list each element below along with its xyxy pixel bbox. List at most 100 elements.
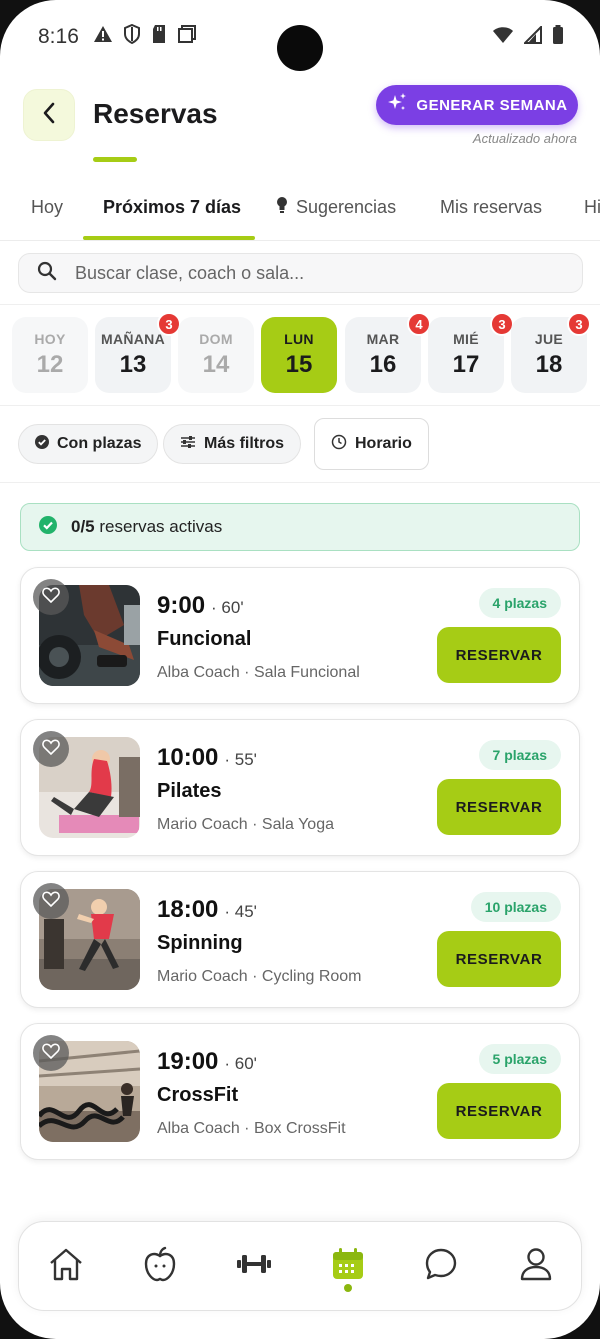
favorite-button[interactable]: [33, 883, 69, 919]
class-meta: Alba Coach · Sala Funcional: [157, 664, 360, 681]
tab-history[interactable]: Hi: [584, 186, 600, 241]
tab-next-7-days[interactable]: Próximos 7 días: [103, 186, 241, 241]
check-circle-icon: [35, 434, 49, 454]
day-name: HOY: [34, 331, 66, 347]
day-name: MAR: [366, 331, 400, 347]
check-circle-icon: [39, 515, 57, 539]
tab-label: Hi: [584, 197, 600, 217]
class-card[interactable]: 19:00 · 60' CrossFit Alba Coach · Box Cro…: [20, 1023, 580, 1160]
class-meta: Mario Coach · Cycling Room: [157, 968, 362, 985]
spots-badge: 10 plazas: [470, 892, 561, 922]
heart-icon: [42, 587, 60, 608]
tab-today[interactable]: Hoy: [31, 186, 63, 241]
wifi-icon: [492, 26, 514, 49]
class-card[interactable]: 9:00 · 60' Funcional Alba Coach · Sala Fu…: [20, 567, 580, 704]
class-name: CrossFit: [157, 1084, 239, 1106]
class-time: 10:00 · 55': [157, 744, 257, 772]
filter-label: Horario: [355, 435, 412, 452]
chevron-left-icon: [41, 101, 57, 130]
tab-label: Sugerencias: [296, 197, 397, 217]
nav-home[interactable]: [46, 1246, 86, 1286]
day-number: 18: [535, 351, 563, 378]
generate-week-button[interactable]: GENERAR SEMANA: [376, 85, 578, 125]
day-number: 12: [36, 351, 64, 378]
reserve-button[interactable]: RESERVAR: [437, 1083, 561, 1139]
calendar-icon: [331, 1247, 365, 1286]
filter-with-spots[interactable]: Con plazas: [18, 424, 159, 464]
class-duration: · 60': [224, 1054, 257, 1073]
day-sunday[interactable]: DOM 14: [178, 317, 254, 393]
day-tomorrow[interactable]: MAÑANA 13 3: [95, 312, 181, 393]
apple-icon: [144, 1246, 176, 1287]
favorite-button[interactable]: [33, 1035, 69, 1071]
spots-badge: 5 plazas: [478, 1044, 561, 1074]
tab-label: Mis reservas: [440, 197, 543, 217]
filter-label: Más filtros: [204, 435, 285, 452]
shield-icon: [123, 23, 141, 50]
class-start: 18:00: [157, 896, 219, 923]
class-time: 9:00 · 60': [157, 592, 244, 620]
tab-my-reservations[interactable]: Mis reservas: [440, 186, 542, 241]
reserve-button[interactable]: RESERVAR: [437, 779, 561, 835]
battery-icon: [552, 24, 564, 50]
day-number: 17: [452, 351, 480, 378]
day-tuesday[interactable]: MAR 16 4: [345, 312, 431, 393]
class-name: Pilates: [157, 780, 222, 802]
tab-suggestions[interactable]: Sugerencias: [276, 186, 396, 241]
divider: [0, 304, 600, 305]
nav-calendar-active[interactable]: [328, 1246, 368, 1286]
profile-icon: [520, 1247, 552, 1286]
active-reservations-text: 0/5 reservas activas: [71, 517, 222, 537]
filter-label: Con plazas: [57, 435, 142, 452]
clock-icon: [331, 434, 347, 455]
day-number: 16: [369, 351, 397, 378]
lightbulb-icon: [276, 196, 288, 219]
dumbbell-icon: [235, 1253, 273, 1280]
nav-nutrition[interactable]: [140, 1246, 180, 1286]
day-number: 13: [119, 351, 147, 378]
home-icon: [48, 1247, 84, 1286]
day-monday-selected[interactable]: LUN 15: [261, 317, 337, 393]
screenshot-icon: [177, 24, 197, 50]
camera-cutout: [277, 25, 323, 71]
class-time: 18:00 · 45': [157, 896, 257, 924]
class-time: 19:00 · 60': [157, 1048, 257, 1076]
favorite-button[interactable]: [33, 731, 69, 767]
nav-chat[interactable]: [421, 1246, 461, 1286]
chat-icon: [424, 1247, 458, 1286]
heart-icon: [42, 739, 60, 760]
class-name: Funcional: [157, 628, 252, 650]
class-duration: · 55': [224, 750, 257, 769]
nav-workouts[interactable]: [234, 1246, 274, 1286]
tab-bar: Hoy Próximos 7 días Sugerencias Mis rese…: [0, 186, 600, 241]
day-wednesday[interactable]: MIÉ 17 3: [428, 312, 514, 393]
heart-icon: [42, 1043, 60, 1064]
page-title: Reservas: [93, 98, 218, 129]
tab-label: Próximos 7 días: [103, 197, 242, 217]
reserve-button[interactable]: RESERVAR: [437, 931, 561, 987]
spots-badge: 7 plazas: [478, 740, 561, 770]
search-input[interactable]: Buscar clase, coach o sala...: [18, 253, 583, 293]
day-number: 15: [285, 351, 313, 378]
signal-icon: [522, 24, 542, 49]
favorite-button[interactable]: [33, 579, 69, 615]
active-reservations-label: reservas activas: [99, 517, 223, 536]
day-today[interactable]: HOY 12: [12, 317, 88, 393]
back-button[interactable]: [23, 89, 75, 141]
reserve-button[interactable]: RESERVAR: [437, 627, 561, 683]
day-name: MIÉ: [453, 331, 479, 347]
filter-schedule[interactable]: Horario: [314, 418, 429, 470]
filter-more-filters[interactable]: Más filtros: [163, 424, 302, 464]
class-card[interactable]: 18:00 · 45' Spinning Mario Coach · Cyclin…: [20, 871, 580, 1008]
day-thursday[interactable]: JUE 18 3: [511, 312, 591, 393]
class-card[interactable]: 10:00 · 55' Pilates Mario Coach · Sala Yo…: [20, 719, 580, 856]
sliders-icon: [180, 435, 196, 454]
search-icon: [37, 261, 57, 286]
active-nav-indicator: [344, 1284, 352, 1292]
app-screen: 8:16 Reservas GENERAR SEMANA Actualizado…: [0, 0, 600, 1339]
generate-week-label: GENERAR SEMANA: [416, 96, 568, 114]
sparkles-icon: [386, 92, 408, 118]
class-meta: Mario Coach · Sala Yoga: [157, 816, 334, 833]
nav-profile[interactable]: [516, 1246, 556, 1286]
active-reservations-count: 0/5: [71, 517, 95, 536]
